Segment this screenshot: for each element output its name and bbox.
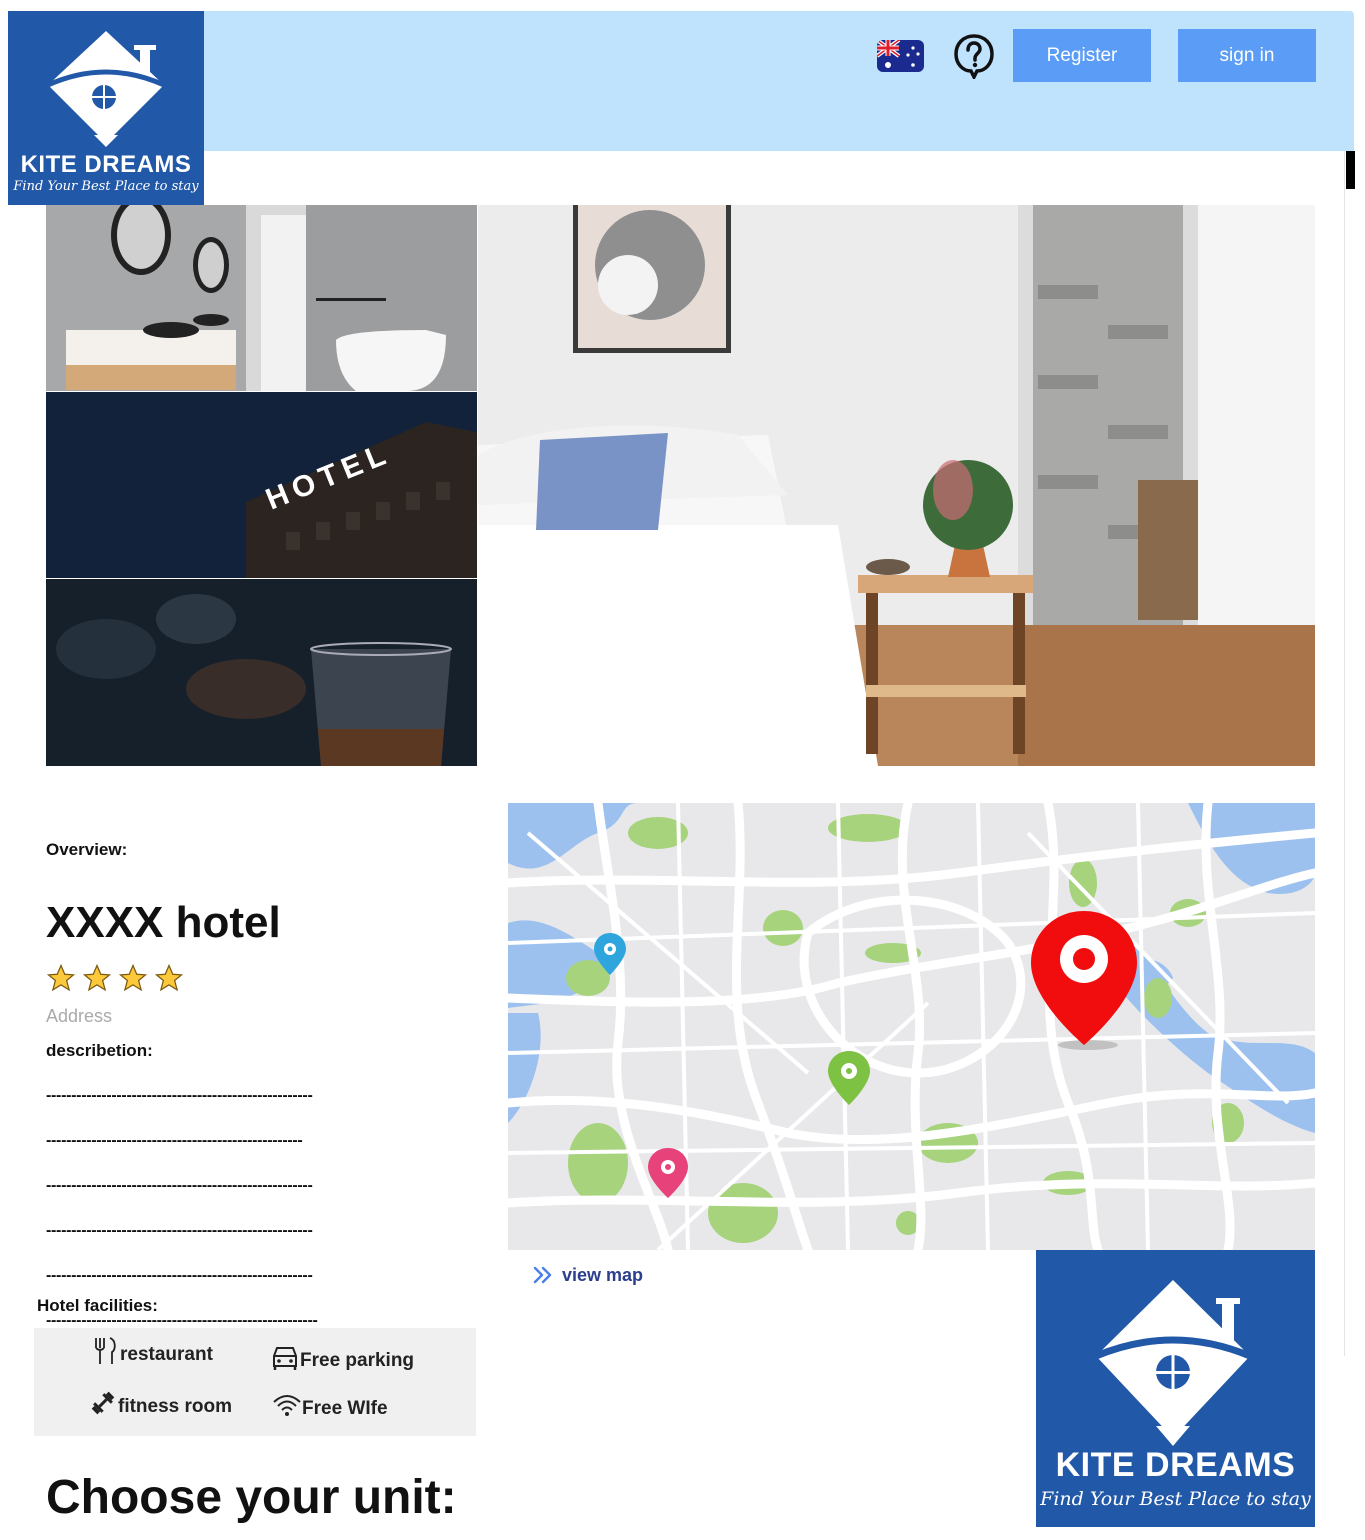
description-line: ----------------------------------------… — [46, 1131, 303, 1149]
star-rating — [46, 963, 184, 993]
location-map[interactable] — [508, 803, 1315, 1250]
view-map-label: view map — [562, 1264, 644, 1285]
facility-label: Free WIfe — [302, 1398, 388, 1419]
facility-label: fitness room — [118, 1396, 233, 1417]
star-icon — [154, 963, 184, 992]
view-map-link[interactable]: view map — [532, 1264, 643, 1286]
star-icon — [46, 963, 76, 992]
sign-in-button[interactable]: sign in — [1178, 29, 1316, 82]
description-line: ----------------------------------------… — [46, 1086, 313, 1104]
description-line: ----------------------------------------… — [46, 1266, 313, 1284]
facilities-label: Hotel facilities: — [37, 1296, 158, 1315]
help-question-icon[interactable] — [953, 33, 995, 81]
photo-bedroom[interactable] — [478, 205, 1315, 766]
car-icon — [273, 1347, 297, 1370]
brand-tagline: Find Your Best Place to stay — [13, 179, 199, 194]
photo-bathroom[interactable] — [46, 205, 477, 391]
description-label: describetion: — [46, 1041, 153, 1060]
page-scrollbar[interactable] — [1344, 151, 1355, 1356]
house-kite-icon — [1094, 1280, 1252, 1446]
star-icon — [82, 963, 112, 992]
kite-dreams-logo-large: KITE DREAMS Find Your Best Place to stay — [1036, 1250, 1315, 1527]
facility-wifi: Free WIfe — [272, 1390, 388, 1420]
dumbbell-icon — [91, 1391, 115, 1415]
star-icon — [118, 963, 148, 992]
wifi-icon — [273, 1395, 301, 1416]
photo-hotel-sign[interactable]: HOTEL — [46, 392, 477, 578]
register-button[interactable]: Register — [1013, 29, 1151, 82]
australia-flag-icon[interactable] — [877, 40, 924, 72]
facility-label: Free parking — [300, 1350, 415, 1371]
overview-label: Overview: — [46, 840, 128, 859]
scrollbar-thumb[interactable] — [1346, 151, 1355, 189]
hotel-name: XXXX hotel — [46, 898, 281, 947]
facility-parking: Free parking — [270, 1342, 414, 1372]
facilities-panel: restaurant Free parking fitness room Fre… — [34, 1328, 476, 1436]
brand-name: KITE DREAMS — [20, 151, 192, 178]
description-line: ----------------------------------------… — [46, 1221, 313, 1239]
double-chevron-right-icon — [533, 1266, 552, 1284]
facility-restaurant: restaurant — [90, 1336, 213, 1366]
fork-knife-icon — [95, 1337, 116, 1364]
kite-dreams-logo[interactable]: KITE DREAMS Find Your Best Place to stay — [8, 11, 204, 205]
description-line: ----------------------------------------… — [46, 1176, 313, 1194]
facility-fitness: fitness room — [88, 1388, 232, 1418]
choose-unit-heading: Choose your unit: — [46, 1471, 457, 1524]
brand-tagline: Find Your Best Place to stay — [1040, 1488, 1311, 1510]
top-header — [8, 11, 1354, 151]
photo-gallery: HOTEL — [46, 205, 1315, 766]
brand-name: KITE DREAMS — [1055, 1446, 1296, 1484]
photo-glass[interactable] — [46, 579, 477, 766]
hotel-address: Address — [46, 1006, 113, 1026]
facility-label: restaurant — [120, 1344, 213, 1365]
